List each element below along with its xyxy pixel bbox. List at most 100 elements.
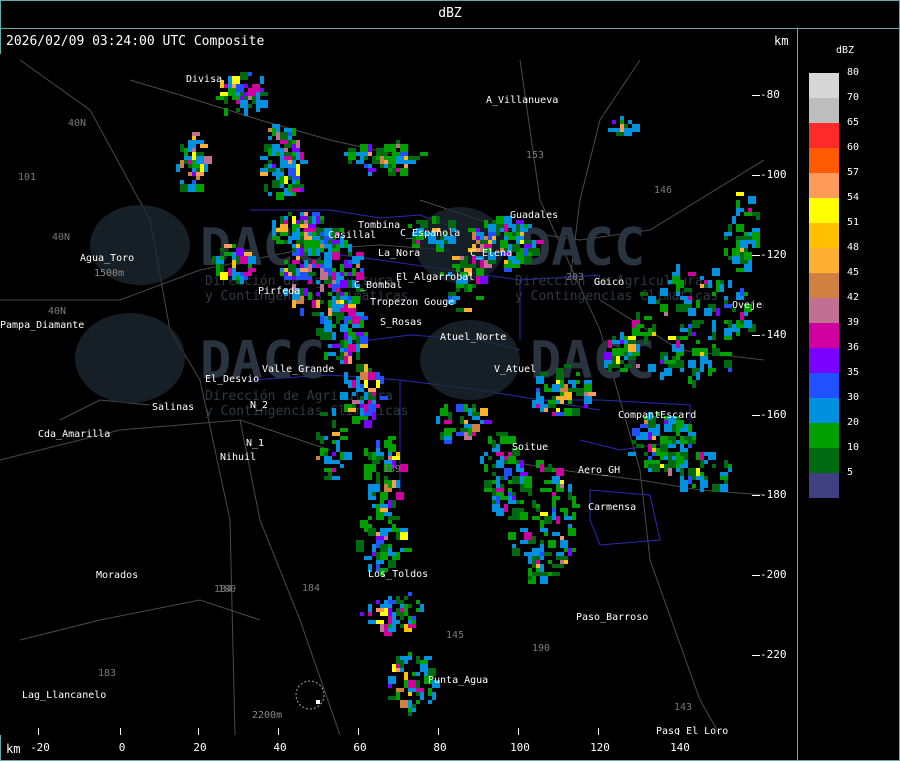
echo-cell [240, 272, 244, 276]
echo-cell [368, 168, 376, 172]
echo-cell [736, 200, 740, 208]
echo-cell [508, 496, 512, 500]
echo-cell [460, 428, 468, 432]
place-label: V_Atuel [494, 364, 536, 375]
echo-cell [292, 224, 300, 228]
echo-cell [272, 152, 276, 156]
echo-cell [384, 144, 392, 152]
echo-cell [444, 240, 448, 244]
echo-cell [740, 240, 748, 248]
x-tick-label: 40 [273, 741, 287, 754]
echo-cell [368, 372, 372, 380]
echo-cell [356, 544, 364, 552]
echo-cell [452, 264, 460, 268]
echo-cell [696, 452, 700, 460]
echo-cell [356, 352, 360, 360]
echo-cell [480, 420, 484, 424]
echo-cell [608, 340, 612, 348]
echo-cell [668, 360, 676, 364]
echo-cell [428, 688, 432, 696]
echo-cell [252, 84, 260, 92]
echo-cell [556, 372, 564, 380]
echo-cell [328, 244, 332, 252]
echo-cell [332, 344, 340, 348]
echo-cell [284, 148, 288, 152]
echo-cell [536, 376, 544, 384]
echo-cell [280, 164, 284, 168]
road-label: 101 [18, 172, 36, 183]
echo-cell [420, 220, 428, 228]
echo-cell [300, 220, 304, 224]
echo-cell [504, 496, 508, 500]
echo-cell [608, 128, 616, 132]
x-tick-label: 20 [193, 741, 207, 754]
place-label: Punta_Agua [428, 675, 488, 686]
echo-cell [532, 248, 540, 256]
road-label: 180 [218, 584, 236, 595]
echo-cell [524, 552, 532, 556]
echo-cell [752, 232, 760, 240]
echo-cell [232, 96, 240, 100]
echo-cell [568, 528, 576, 536]
echo-cell [376, 600, 380, 604]
echo-cell [224, 96, 228, 104]
echo-cell [324, 332, 332, 340]
echo-cell [532, 400, 536, 408]
echo-cell [684, 304, 688, 312]
echo-cell [292, 244, 296, 248]
echo-cell [504, 236, 508, 240]
echo-cell [484, 236, 488, 240]
echo-cell [512, 544, 516, 548]
echo-cell [336, 356, 344, 360]
echo-cell [384, 484, 388, 492]
echo-cell [304, 260, 308, 268]
echo-cell [552, 572, 560, 576]
echo-cell [676, 360, 684, 364]
echo-cell [472, 416, 480, 420]
echo-cell [340, 264, 344, 272]
echo-cell [680, 296, 688, 300]
echo-cell [240, 256, 248, 264]
echo-cell [320, 272, 328, 280]
echo-cell [496, 476, 500, 484]
echo-cell [528, 572, 532, 576]
echo-cell [476, 276, 480, 284]
echo-cell [428, 700, 432, 704]
echo-cell [536, 388, 540, 392]
legend-label: 20 [847, 417, 860, 428]
echo-cell [376, 472, 380, 480]
echo-cell [368, 528, 376, 536]
echo-cell [340, 436, 348, 440]
echo-cell [556, 368, 564, 372]
echo-cell [368, 472, 372, 480]
echo-cell [276, 168, 280, 172]
echo-cell [372, 456, 376, 460]
echo-cell [476, 268, 484, 276]
echo-cell [684, 288, 692, 292]
echo-cell [384, 528, 392, 532]
echo-cell [708, 280, 712, 288]
echo-cell [220, 248, 224, 252]
echo-cell [644, 452, 648, 456]
echo-cell [344, 452, 352, 460]
echo-cell [288, 168, 296, 176]
echo-cell [504, 504, 508, 512]
echo-cell [740, 252, 744, 260]
y-tick-label: -200 [760, 568, 787, 581]
echo-cell [696, 300, 700, 308]
echo-cell [332, 440, 336, 444]
echo-cell [664, 424, 672, 432]
echo-cell [320, 412, 328, 416]
road-label: 145 [446, 630, 464, 641]
echo-cell [568, 388, 576, 392]
echo-cell [564, 364, 572, 368]
echo-cell [456, 284, 464, 288]
echo-cell [388, 676, 392, 680]
echo-cell [632, 428, 640, 436]
radar-map[interactable]: DACC DACC DACC DACC Dirección de Agricul… [0, 54, 764, 735]
echo-cell [744, 320, 752, 328]
echo-cell [740, 260, 748, 264]
echo-cell [512, 492, 516, 496]
echo-cell [676, 284, 684, 288]
echo-cell [680, 444, 684, 452]
